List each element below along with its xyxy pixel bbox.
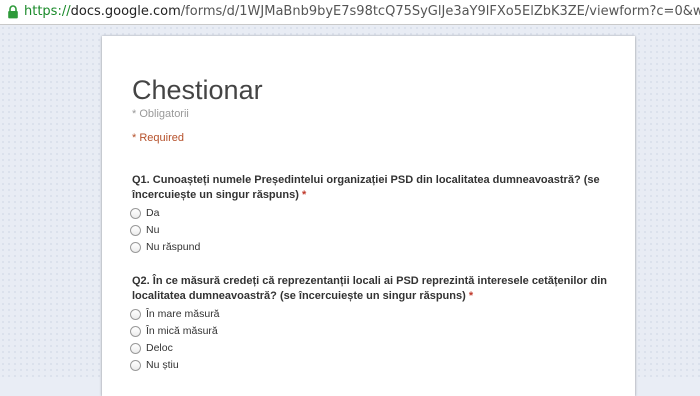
required-note: * Required <box>132 132 184 144</box>
option-label: Deloc <box>146 342 173 354</box>
radio-button-icon[interactable] <box>130 326 141 337</box>
option-label: Nu știu <box>146 359 179 371</box>
radio-button-icon[interactable] <box>130 208 141 219</box>
form-title: Chestionar <box>132 75 263 105</box>
option-label: Nu răspund <box>146 241 201 253</box>
form-subtitle: * Obligatorii <box>132 108 189 120</box>
question-2: Q2. În ce măsură credeți că reprezentanț… <box>132 274 607 304</box>
radio-button-icon[interactable] <box>130 225 141 236</box>
radio-button-icon[interactable] <box>130 242 141 253</box>
option-label: În mică măsură <box>146 325 218 337</box>
url-path: /forms/d/1WJMaBnb9byE7s98tcQ75SyGlJe3aY9… <box>180 4 700 19</box>
browser-address-bar[interactable]: https://docs.google.com/forms/d/1WJMaBnb… <box>0 0 700 25</box>
required-asterisk: * <box>301 189 307 201</box>
question-1: Q1. Cunoașteți numele Președintelui orga… <box>132 173 607 203</box>
question-1-text: Q1. Cunoașteți numele Președintelui orga… <box>132 174 600 201</box>
option-label: Nu <box>146 224 160 236</box>
radio-button-icon[interactable] <box>130 360 141 371</box>
radio-button-icon[interactable] <box>130 343 141 354</box>
form-card: Chestionar * Obligatorii * Required Q1. … <box>102 36 635 396</box>
url-host: docs.google.com <box>70 4 181 19</box>
lock-icon <box>8 5 18 19</box>
question-2-text: Q2. În ce măsură credeți că reprezentanț… <box>132 275 608 302</box>
option-label: În mare măsură <box>146 308 220 320</box>
url-scheme: https:// <box>24 4 71 19</box>
url-text[interactable]: https://docs.google.com/forms/d/1WJMaBnb… <box>24 4 700 20</box>
radio-button-icon[interactable] <box>130 309 141 320</box>
option-label: Da <box>146 207 160 219</box>
required-asterisk: * <box>468 290 474 302</box>
